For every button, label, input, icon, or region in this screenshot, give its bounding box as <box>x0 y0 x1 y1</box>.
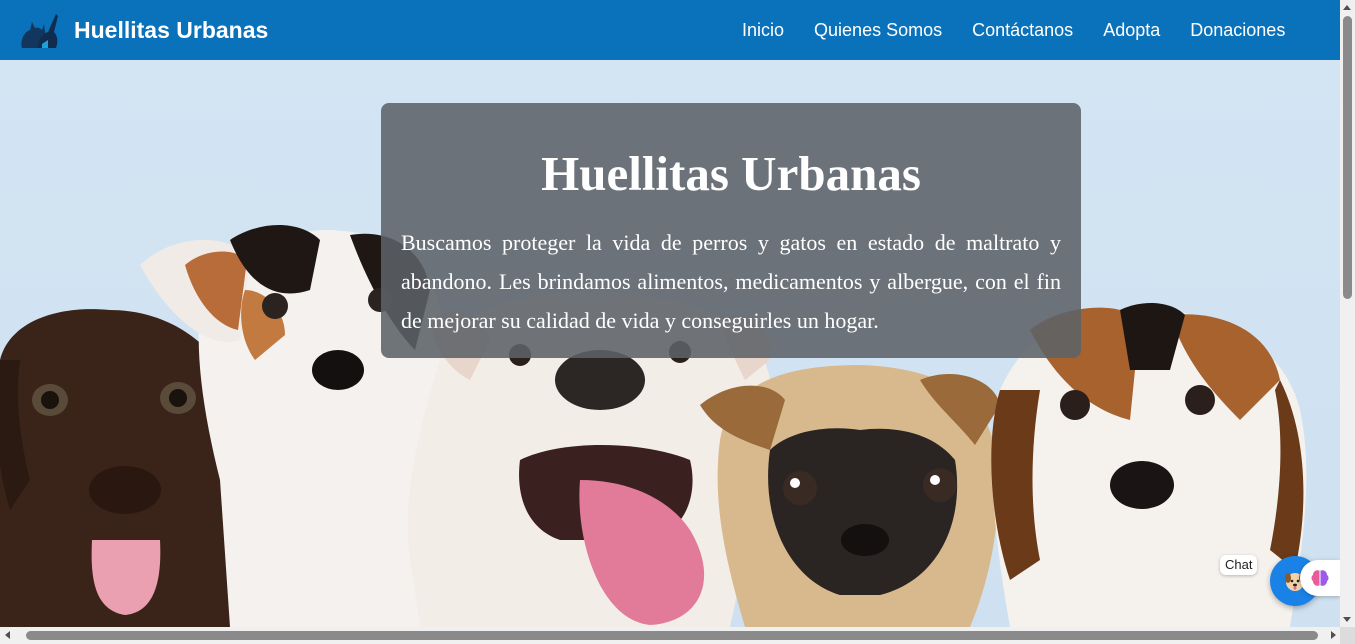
nav-links: Inicio Quienes Somos Contáctanos Adopta … <box>742 0 1315 60</box>
hero-title: Huellitas Urbanas <box>541 146 921 201</box>
nav-link-quienes-somos[interactable]: Quienes Somos <box>814 20 942 41</box>
brain-icon <box>1311 570 1329 586</box>
vertical-scroll-thumb[interactable] <box>1343 16 1352 299</box>
horizontal-scroll-thumb[interactable] <box>26 631 1318 640</box>
scroll-left-arrow-icon[interactable] <box>5 631 10 639</box>
scrollbar-corner <box>1340 627 1355 644</box>
scroll-down-arrow-icon[interactable] <box>1343 617 1351 622</box>
brand-name: Huellitas Urbanas <box>74 16 269 43</box>
nav-link-inicio[interactable]: Inicio <box>742 20 784 41</box>
scroll-up-arrow-icon[interactable] <box>1343 5 1351 10</box>
assistant-button[interactable] <box>1300 560 1340 596</box>
chat-tooltip: Chat <box>1220 555 1258 575</box>
vertical-scrollbar[interactable] <box>1340 0 1355 627</box>
scroll-right-arrow-icon[interactable] <box>1331 631 1336 639</box>
hero-description: Buscamos proteger la vida de perros y ga… <box>401 230 1061 333</box>
navbar: Huellitas Urbanas Inicio Quienes Somos C… <box>0 0 1340 60</box>
pug-puppy <box>700 365 1000 627</box>
nav-link-contactanos[interactable]: Contáctanos <box>972 20 1073 41</box>
hero-card: Huellitas Urbanas Buscamos proteger la v… <box>381 103 1081 358</box>
hero-section: Huellitas Urbanas Buscamos proteger la v… <box>0 60 1340 627</box>
horizontal-scrollbar[interactable] <box>0 627 1340 644</box>
brand[interactable]: Huellitas Urbanas <box>16 10 268 50</box>
cat-dog-logo-icon <box>21 14 58 48</box>
nav-link-donaciones[interactable]: Donaciones <box>1190 20 1285 41</box>
nav-link-adopta[interactable]: Adopta <box>1103 20 1160 41</box>
